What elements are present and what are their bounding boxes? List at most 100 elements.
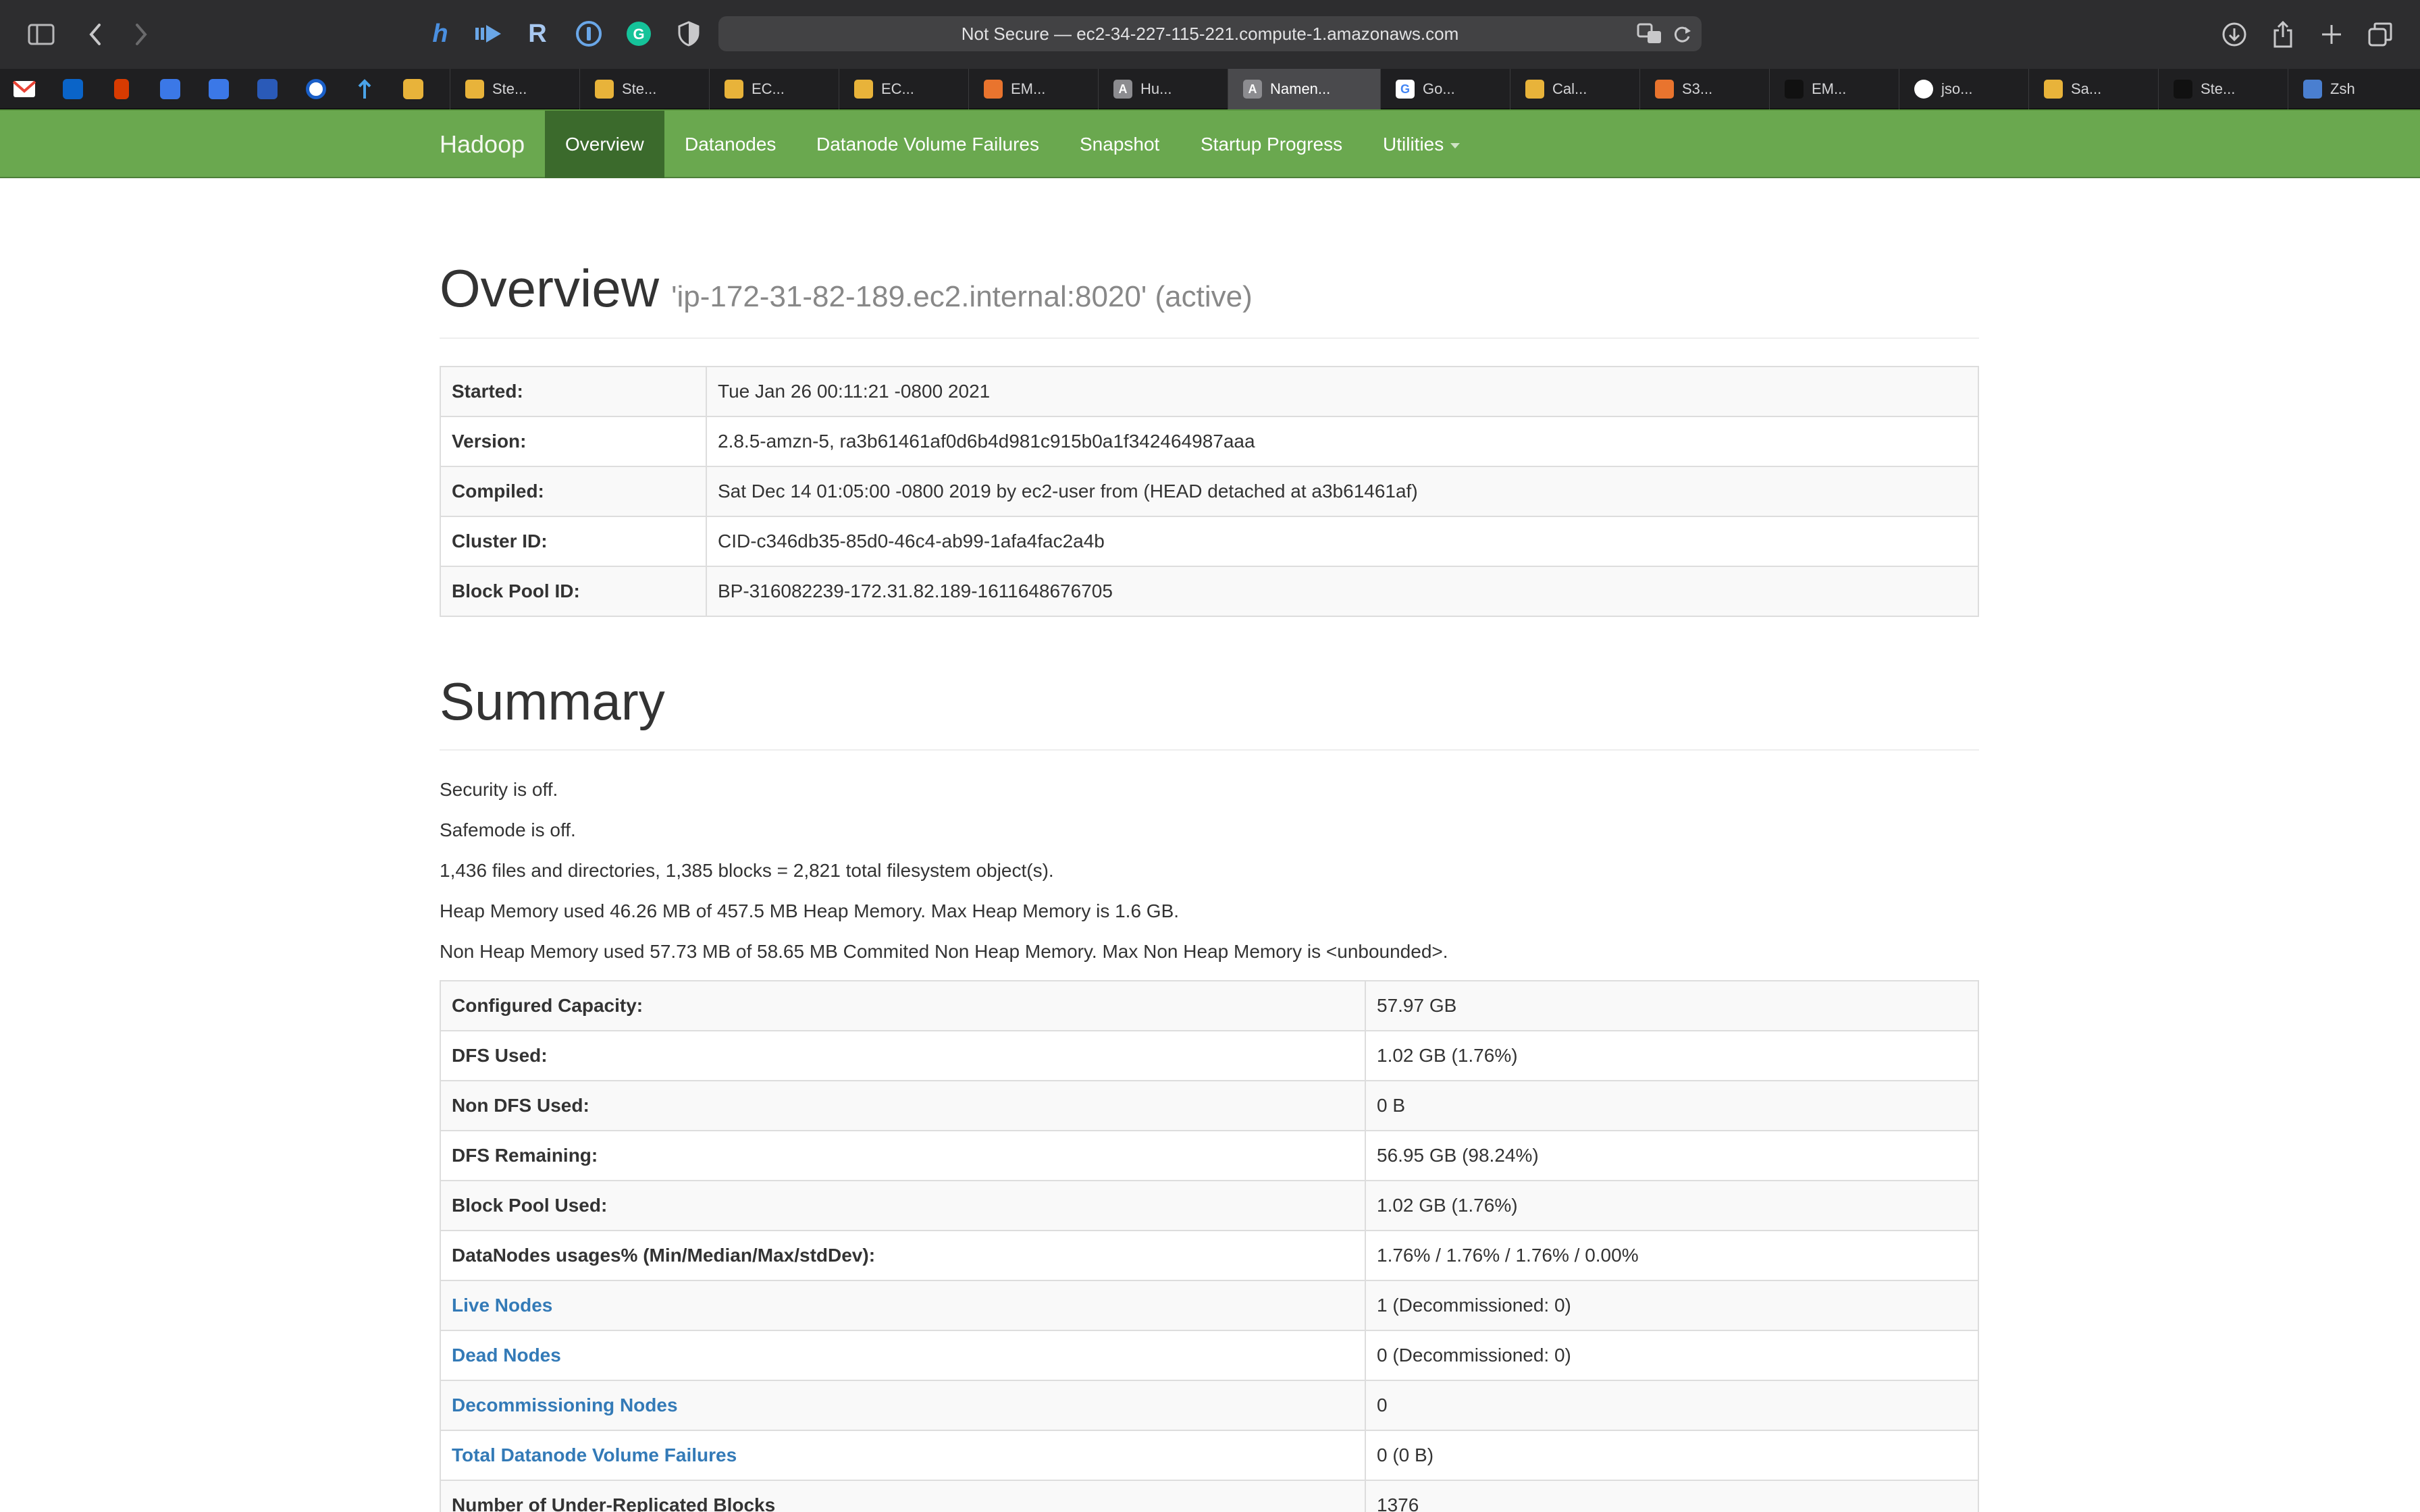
tab-3[interactable]: EC... xyxy=(709,69,839,109)
overview-heading: Overview'ip-172-31-82-189.ec2.internal:8… xyxy=(440,259,1253,318)
nav-overview[interactable]: Overview xyxy=(545,111,664,178)
tab-13[interactable]: Sa... xyxy=(2028,69,2158,109)
row-label: Block Pool Used: xyxy=(440,1180,1366,1231)
letter-a-icon: A xyxy=(1243,80,1262,99)
google-icon: G xyxy=(1396,80,1415,99)
pinned-tab-gmail[interactable] xyxy=(0,69,49,109)
extension-r-icon[interactable]: R xyxy=(521,18,554,50)
svg-text:G: G xyxy=(633,26,644,43)
extension-play-icon[interactable] xyxy=(473,18,505,50)
aws-cube-icon xyxy=(595,80,614,99)
url-text: Not Secure — ec2-34-227-115-221.compute-… xyxy=(961,24,1459,44)
tab-2[interactable]: Ste... xyxy=(579,69,709,109)
security-status: Security is off. xyxy=(440,779,558,800)
pinned-tab-translate-2[interactable] xyxy=(194,69,243,109)
pinned-tab-aws[interactable] xyxy=(389,69,438,109)
tab-12[interactable]: jso... xyxy=(1899,69,2028,109)
decommissioning-nodes-link[interactable]: Decommissioning Nodes xyxy=(452,1395,678,1415)
nav-startup-progress[interactable]: Startup Progress xyxy=(1180,111,1363,178)
address-bar[interactable]: Not Secure — ec2-34-227-115-221.compute-… xyxy=(718,16,1702,51)
table-row: Version: 2.8.5-amzn-5, ra3b61461af0d6b4d9… xyxy=(440,416,1979,467)
browser-toolbar: h R G Not Secure — ec2-34-227-115-221.co… xyxy=(0,0,2420,69)
row-value: 56.95 GB (98.24%) xyxy=(1365,1130,1979,1181)
tab-4[interactable]: EC... xyxy=(839,69,968,109)
back-icon[interactable] xyxy=(78,18,112,51)
row-value: 0 (Decommissioned: 0) xyxy=(1365,1330,1979,1381)
table-row: DFS Remaining: 56.95 GB (98.24%) xyxy=(440,1130,1979,1181)
tab-6[interactable]: A Hu... xyxy=(1098,69,1228,109)
row-value: 0 (0 B) xyxy=(1365,1430,1979,1481)
table-row: Block Pool Used: 1.02 GB (1.76%) xyxy=(440,1180,1979,1231)
aws-cube-icon xyxy=(854,80,873,99)
row-label: DFS Used: xyxy=(440,1030,1366,1081)
tab-9[interactable]: Cal... xyxy=(1510,69,1639,109)
sidebar-toggle-icon[interactable] xyxy=(24,18,58,51)
privacy-shield-icon[interactable] xyxy=(673,18,705,50)
table-row: Configured Capacity: 57.97 GB xyxy=(440,980,1979,1031)
nav-datanodes[interactable]: Datanodes xyxy=(664,111,796,178)
forward-icon[interactable] xyxy=(124,18,158,51)
safemode-status: Safemode is off. xyxy=(440,819,576,840)
letter-a-icon: A xyxy=(1113,80,1132,99)
translate-icon[interactable] xyxy=(1637,23,1662,48)
divider xyxy=(440,338,1979,339)
nav-snapshot[interactable]: Snapshot xyxy=(1059,111,1180,178)
github-icon xyxy=(1914,80,1933,99)
reload-icon[interactable] xyxy=(1672,23,1692,48)
pinned-tab-outlook[interactable] xyxy=(49,69,97,109)
table-row: DFS Used: 1.02 GB (1.76%) xyxy=(440,1030,1979,1081)
volume-failures-link[interactable]: Total Datanode Volume Failures xyxy=(452,1444,737,1465)
tab-5[interactable]: EM... xyxy=(968,69,1098,109)
chevron-down-icon xyxy=(1450,142,1461,148)
new-tab-icon[interactable] xyxy=(2315,18,2348,51)
table-row: Total Datanode Volume Failures 0 (0 B) xyxy=(440,1430,1979,1481)
extension-h-icon[interactable]: h xyxy=(424,18,456,50)
tab-overview-icon[interactable] xyxy=(2363,18,2397,51)
row-value: 1376 xyxy=(1365,1480,1979,1512)
filesystem-objects: 1,436 files and directories, 1,385 block… xyxy=(440,860,1054,881)
row-value: 2.8.5-amzn-5, ra3b61461af0d6b4d981c915b0… xyxy=(706,416,1979,467)
pinned-tab-arrow[interactable] xyxy=(340,69,389,109)
tab-1[interactable]: Ste... xyxy=(450,69,579,109)
brand-logo[interactable]: Hadoop xyxy=(440,111,525,178)
tab-11[interactable]: EM... xyxy=(1769,69,1899,109)
table-row: Dead Nodes 0 (Decommissioned: 0) xyxy=(440,1330,1979,1381)
row-label: DataNodes usages% (Min/Median/Max/stdDev… xyxy=(440,1230,1366,1281)
grammarly-icon[interactable]: G xyxy=(623,18,655,50)
emr-icon xyxy=(984,80,1003,99)
table-row: Started: Tue Jan 26 00:11:21 -0800 2021 xyxy=(440,366,1979,417)
table-row: Decommissioning Nodes 0 xyxy=(440,1380,1979,1431)
row-value: CID-c346db35-85d0-46c4-ab99-1afa4fac2a4b xyxy=(706,516,1979,567)
row-label: Version: xyxy=(440,416,707,467)
pinned-tab-circle[interactable] xyxy=(292,69,340,109)
aws-cube-icon xyxy=(465,80,484,99)
dead-nodes-link[interactable]: Dead Nodes xyxy=(452,1345,561,1366)
table-row: Cluster ID: CID-c346db35-85d0-46c4-ab99-1… xyxy=(440,516,1979,567)
terminal-icon xyxy=(2174,80,2192,99)
overview-table: Started: Tue Jan 26 00:11:21 -0800 2021 V… xyxy=(440,366,1979,617)
pinned-tab-office[interactable] xyxy=(97,69,146,109)
row-value: 1 (Decommissioned: 0) xyxy=(1365,1280,1979,1331)
row-value: 57.97 GB xyxy=(1365,980,1979,1031)
nav-utilities[interactable]: Utilities xyxy=(1363,111,1480,178)
live-nodes-link[interactable]: Live Nodes xyxy=(452,1295,552,1316)
table-row: Live Nodes 1 (Decommissioned: 0) xyxy=(440,1280,1979,1331)
tab-10[interactable]: S3... xyxy=(1639,69,1769,109)
tab-15[interactable]: Zsh xyxy=(2288,69,2420,109)
row-value: Sat Dec 14 01:05:00 -0800 2019 by ec2-us… xyxy=(706,466,1979,517)
row-value: BP-316082239-172.31.82.189-1611648676705 xyxy=(706,566,1979,617)
row-label: Configured Capacity: xyxy=(440,980,1366,1031)
password-manager-icon[interactable] xyxy=(573,18,605,50)
table-row: DataNodes usages% (Min/Median/Max/stdDev… xyxy=(440,1230,1979,1281)
nav-datanode-volume-failures[interactable]: Datanode Volume Failures xyxy=(796,111,1059,178)
namenode-address: 'ip-172-31-82-189.ec2.internal:8020' (ac… xyxy=(671,280,1253,313)
summary-table: Configured Capacity: 57.97 GB DFS Used: 1.… xyxy=(440,980,1979,1512)
downloads-icon[interactable] xyxy=(2217,18,2251,51)
tab-8[interactable]: G Go... xyxy=(1380,69,1510,109)
pinned-tab-calculator[interactable] xyxy=(243,69,292,109)
share-icon[interactable] xyxy=(2266,18,2300,51)
non-heap-memory: Non Heap Memory used 57.73 MB of 58.65 M… xyxy=(440,941,1448,962)
pinned-tab-translate-1[interactable] xyxy=(146,69,194,109)
tab-namenode-active[interactable]: A Namen... xyxy=(1228,69,1380,109)
tab-14[interactable]: Ste... xyxy=(2158,69,2288,109)
